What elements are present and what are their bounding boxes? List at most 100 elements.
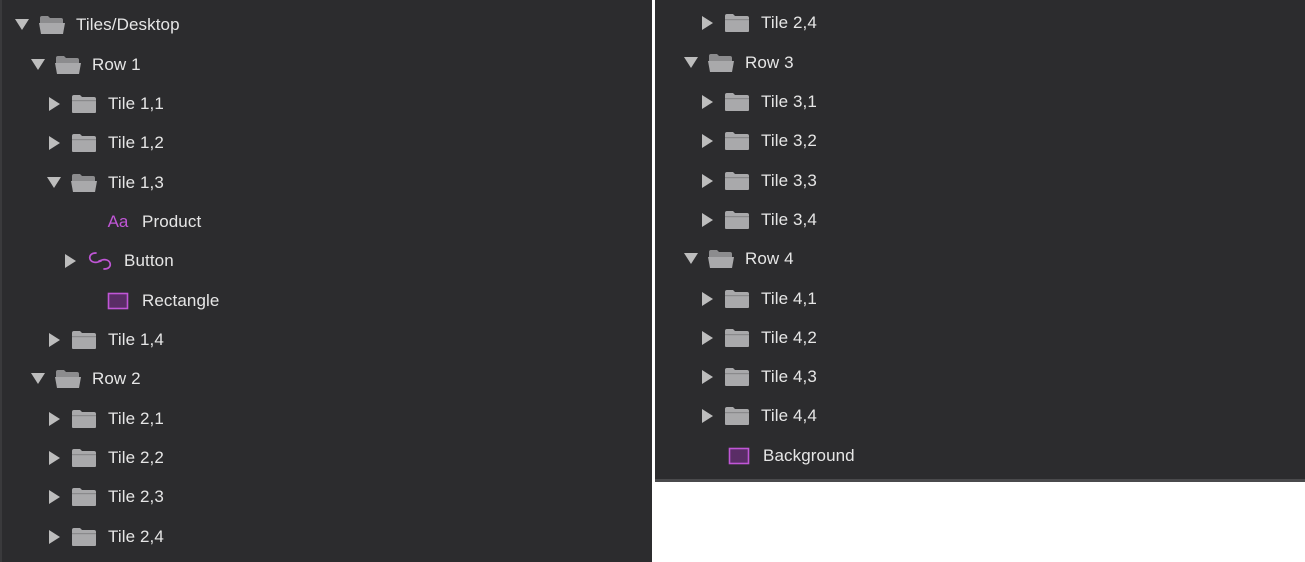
layer-label: Tile 4,4 — [761, 405, 817, 425]
layer-row[interactable]: Tile 2,3 — [46, 477, 164, 516]
layer-row[interactable]: Tile 2,1 — [46, 399, 164, 438]
layer-row[interactable]: Aa Product — [80, 202, 202, 241]
layer-row[interactable]: Tile 3,3 — [699, 161, 817, 200]
layer-row[interactable]: Row 3 — [683, 43, 794, 82]
layer-row[interactable]: Tile 1,3 — [46, 163, 164, 202]
layer-row[interactable]: Tile 2,4 — [699, 3, 817, 42]
layer-row[interactable]: Tiles/Desktop — [14, 5, 180, 44]
disclosure-collapsed-icon[interactable] — [46, 96, 62, 112]
layer-row[interactable]: Tile 2,2 — [46, 438, 164, 477]
layer-label: Tile 3,4 — [761, 209, 817, 229]
layer-row[interactable]: Tile 4,3 — [699, 357, 817, 396]
layer-label: Tile 1,4 — [108, 329, 164, 349]
layer-row[interactable]: Button — [62, 241, 174, 280]
symbol-instance-icon — [86, 250, 114, 272]
folder-open-icon — [707, 248, 735, 270]
folder-icon — [723, 288, 751, 310]
layer-row[interactable]: Rectangle — [80, 281, 219, 320]
layer-row[interactable]: Tile 4,4 — [699, 396, 817, 435]
layer-label: Tile 4,1 — [761, 288, 817, 308]
folder-icon — [70, 526, 98, 548]
text-layer-icon: Aa — [107, 211, 129, 231]
layer-label: Background — [763, 445, 855, 465]
layer-label: Tile 2,3 — [108, 486, 164, 506]
folder-icon — [723, 170, 751, 192]
layer-label: Row 1 — [92, 54, 141, 74]
disclosure-collapsed-icon[interactable] — [699, 369, 715, 385]
disclosure-collapsed-icon[interactable] — [46, 450, 62, 466]
layer-label: Tiles/Desktop — [76, 14, 180, 34]
folder-icon — [70, 132, 98, 154]
layer-label: Row 2 — [92, 368, 141, 388]
layer-label: Row 3 — [745, 52, 794, 72]
disclosure-expanded-icon[interactable] — [46, 175, 62, 191]
layer-label: Tile 4,2 — [761, 327, 817, 347]
layer-row[interactable]: Tile 1,4 — [46, 320, 164, 359]
disclosure-expanded-icon[interactable] — [683, 251, 699, 267]
layer-row[interactable]: Tile 1,1 — [46, 84, 164, 123]
layer-label: Tile 3,1 — [761, 91, 817, 111]
layer-row[interactable]: Tile 3,1 — [699, 82, 817, 121]
layer-label: Tile 4,3 — [761, 366, 817, 386]
layer-row[interactable]: Tile 3,4 — [699, 200, 817, 239]
layer-row[interactable]: Tile 3,2 — [699, 121, 817, 160]
layer-label: Row 4 — [745, 248, 794, 268]
layer-row[interactable]: Tile 4,2 — [699, 318, 817, 357]
disclosure-collapsed-icon[interactable] — [699, 212, 715, 228]
folder-open-icon — [54, 54, 82, 76]
layer-label: Tile 1,2 — [108, 132, 164, 152]
layer-row[interactable]: Background — [701, 436, 855, 475]
folder-open-icon — [54, 368, 82, 390]
layers-panel-right: Tile 2,4 Row 3 Tile 3,1 Tile 3,2 Tile 3,3 Til… — [655, 0, 1305, 482]
disclosure-collapsed-icon[interactable] — [699, 133, 715, 149]
layer-row[interactable]: Row 4 — [683, 239, 794, 278]
folder-icon — [723, 366, 751, 388]
folder-icon — [723, 91, 751, 113]
folder-icon — [723, 327, 751, 349]
disclosure-expanded-icon[interactable] — [30, 57, 46, 73]
layer-label: Tile 2,4 — [761, 12, 817, 32]
folder-icon — [723, 209, 751, 231]
layer-label: Tile 1,1 — [108, 93, 164, 113]
disclosure-collapsed-icon[interactable] — [699, 94, 715, 110]
folder-icon — [70, 329, 98, 351]
layer-label: Tile 1,3 — [108, 172, 164, 192]
rectangle-icon — [725, 445, 753, 467]
disclosure-expanded-icon[interactable] — [30, 371, 46, 387]
folder-icon — [723, 405, 751, 427]
layer-row[interactable]: Row 2 — [30, 359, 141, 398]
layer-label: Rectangle — [142, 290, 220, 310]
layer-row[interactable]: Row 1 — [30, 45, 141, 84]
layer-label: Tile 3,3 — [761, 170, 817, 190]
folder-open-icon — [38, 14, 66, 36]
disclosure-collapsed-icon[interactable] — [46, 135, 62, 151]
layer-label: Tile 2,4 — [108, 526, 164, 546]
layer-label: Button — [124, 250, 174, 270]
layer-label: Tile 3,2 — [761, 130, 817, 150]
disclosure-expanded-icon[interactable] — [14, 17, 30, 33]
disclosure-collapsed-icon[interactable] — [699, 408, 715, 424]
disclosure-collapsed-icon[interactable] — [699, 15, 715, 31]
layer-label: Tile 2,2 — [108, 447, 164, 467]
disclosure-collapsed-icon[interactable] — [46, 489, 62, 505]
disclosure-expanded-icon[interactable] — [683, 55, 699, 71]
layers-panel-left: Tiles/Desktop Row 1 Tile 1,1 Tile 1,2 Tile 1… — [0, 0, 652, 562]
disclosure-collapsed-icon[interactable] — [699, 173, 715, 189]
folder-icon — [723, 130, 751, 152]
folder-icon — [70, 447, 98, 469]
layer-label: Tile 2,1 — [108, 408, 164, 428]
disclosure-collapsed-icon[interactable] — [46, 332, 62, 348]
folder-open-icon — [707, 52, 735, 74]
disclosure-collapsed-icon[interactable] — [699, 330, 715, 346]
layer-row[interactable]: Tile 4,1 — [699, 279, 817, 318]
folder-icon — [723, 12, 751, 34]
disclosure-collapsed-icon[interactable] — [46, 529, 62, 545]
layer-row[interactable]: Tile 1,2 — [46, 123, 164, 162]
layer-row[interactable]: Tile 2,4 — [46, 517, 164, 556]
folder-open-icon — [70, 172, 98, 194]
rectangle-icon — [104, 290, 132, 312]
folder-icon — [70, 486, 98, 508]
disclosure-collapsed-icon[interactable] — [699, 291, 715, 307]
disclosure-collapsed-icon[interactable] — [46, 411, 62, 427]
disclosure-collapsed-icon[interactable] — [62, 253, 78, 269]
